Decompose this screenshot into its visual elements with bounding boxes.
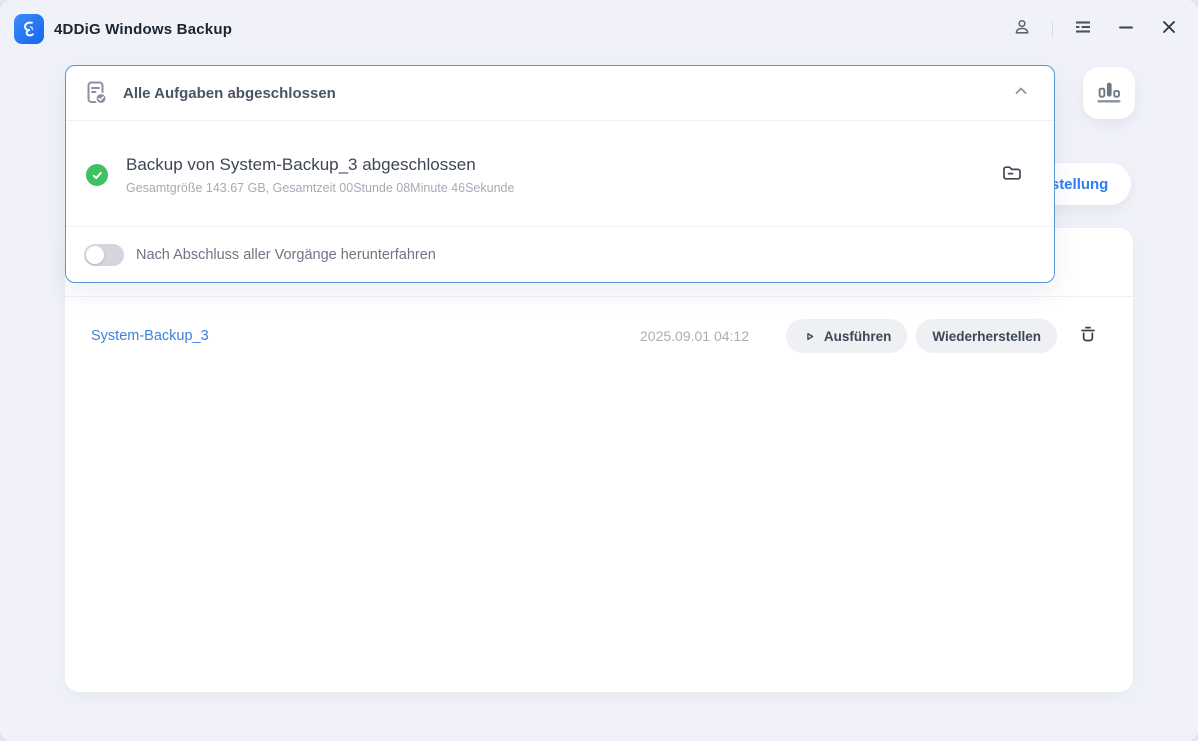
app-logo xyxy=(14,14,44,44)
play-icon xyxy=(802,329,817,344)
statistics-button[interactable] xyxy=(1083,67,1135,119)
open-folder-button[interactable] xyxy=(998,161,1026,189)
close-icon xyxy=(1160,18,1178,41)
green-check-icon xyxy=(86,164,108,186)
title-bar: 4DDiG Windows Backup xyxy=(0,0,1198,58)
account-button[interactable] xyxy=(1009,16,1035,42)
minimize-button[interactable] xyxy=(1113,16,1139,42)
task-title: Backup von System-Backup_3 abgeschlossen xyxy=(126,155,476,174)
close-button[interactable] xyxy=(1156,16,1182,42)
bar-chart-icon xyxy=(1094,76,1124,111)
restore-row-button-label: Wiederherstellen xyxy=(932,328,1041,344)
logo-glyph xyxy=(24,21,34,37)
row-actions: Ausführen Wiederherstellen xyxy=(785,319,1103,353)
app-title: 4DDiG Windows Backup xyxy=(54,20,233,38)
backup-name-link[interactable]: System-Backup_3 xyxy=(91,328,640,344)
notification-panel: Alle Aufgaben abgeschlossen Backup von S… xyxy=(65,65,1055,283)
menu-lines-icon xyxy=(1073,17,1093,42)
tasks-complete-icon xyxy=(81,78,111,108)
backup-row: System-Backup_3 2025.09.01 04:12 Ausführ… xyxy=(65,310,1133,362)
menu-button[interactable] xyxy=(1070,16,1096,42)
window-controls xyxy=(1009,16,1182,42)
list-header-divider xyxy=(65,296,1133,297)
toggle-knob xyxy=(86,245,104,264)
restore-row-button[interactable]: Wiederherstellen xyxy=(916,319,1057,353)
notification-title: Alle Aufgaben abgeschlossen xyxy=(123,84,336,102)
collapse-panel-button[interactable] xyxy=(1010,82,1032,104)
backup-list-card: System-Backup_3 2025.09.01 04:12 Ausführ… xyxy=(65,228,1133,692)
delete-button[interactable] xyxy=(1073,321,1103,351)
run-button[interactable]: Ausführen xyxy=(785,319,908,353)
shutdown-toggle-row: Nach Abschluss aller Vorgänge herunterfa… xyxy=(66,226,1054,282)
open-folder-icon xyxy=(1000,161,1024,190)
trash-icon xyxy=(1077,323,1099,350)
minimize-icon xyxy=(1117,18,1135,41)
shutdown-toggle[interactable] xyxy=(84,243,124,266)
run-button-label: Ausführen xyxy=(823,328,892,344)
task-result-row: Backup von System-Backup_3 abgeschlossen… xyxy=(66,122,1054,228)
app-window: 4DDiG Windows Backup System-Backup_3 202… xyxy=(0,0,1198,741)
shutdown-toggle-label: Nach Abschluss aller Vorgänge herunterfa… xyxy=(136,246,436,263)
person-icon xyxy=(1012,17,1032,42)
backup-date: 2025.09.01 04:12 xyxy=(640,328,749,344)
topbar-divider xyxy=(1052,21,1053,37)
notification-header: Alle Aufgaben abgeschlossen xyxy=(66,66,1054,121)
task-details: Gesamtgröße 143.67 GB, Gesamtzeit 00Stun… xyxy=(126,181,515,195)
chevron-up-icon xyxy=(1013,83,1029,104)
task-texts: Backup von System-Backup_3 abgeschlossen… xyxy=(126,155,514,195)
